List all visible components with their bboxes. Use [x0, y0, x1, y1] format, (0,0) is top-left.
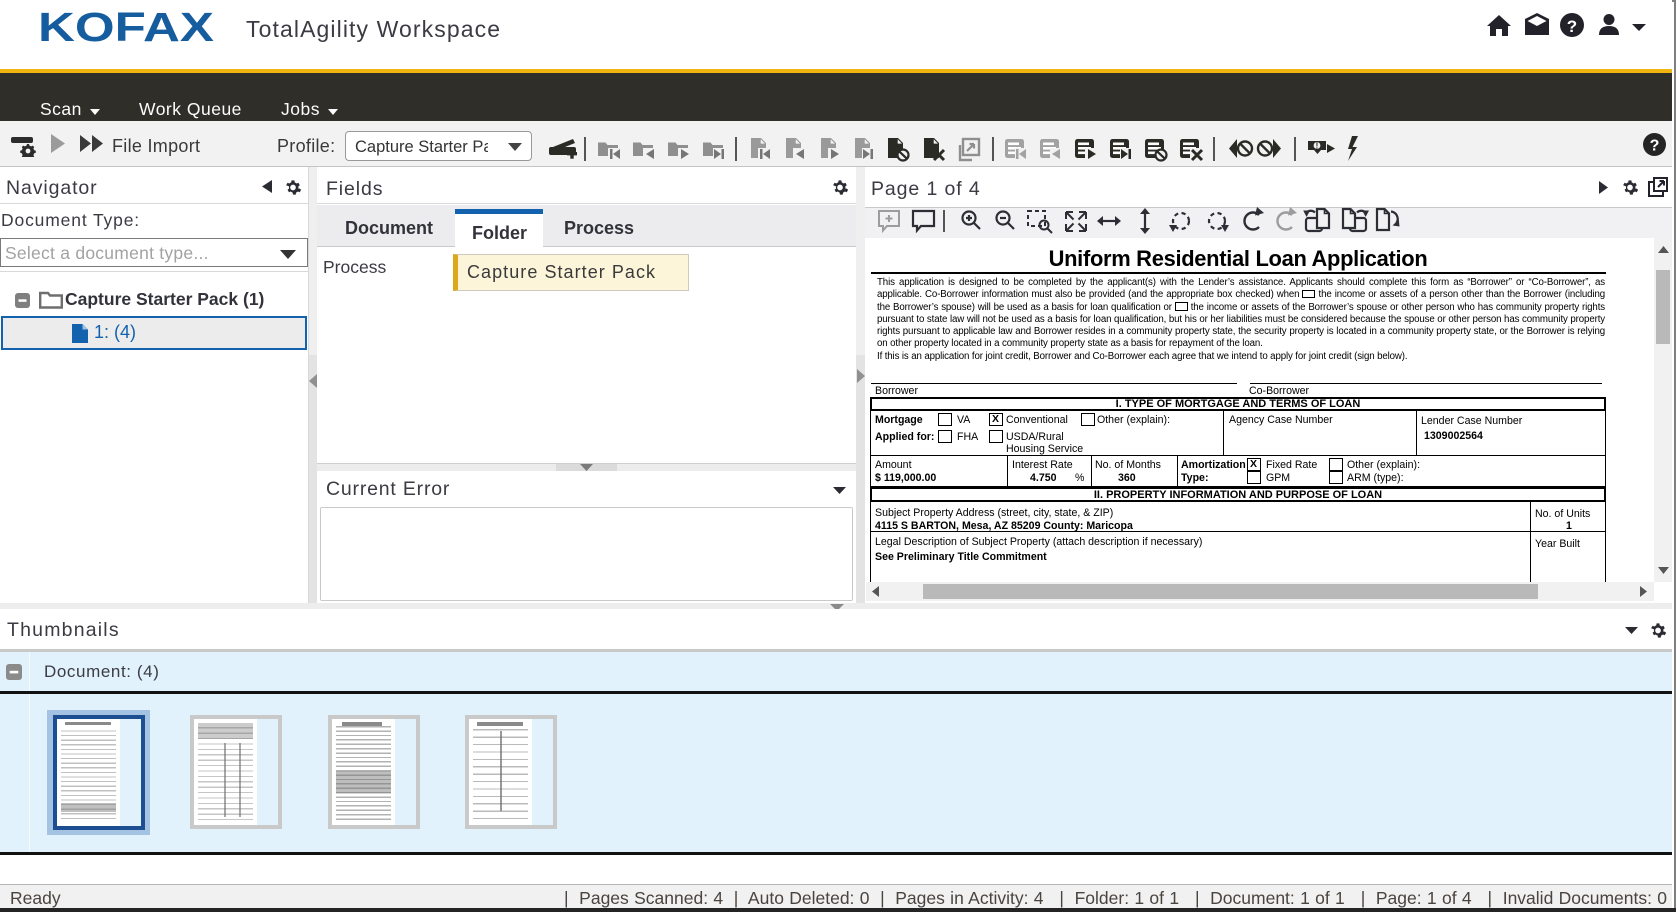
svg-text:KOFAX: KOFAX	[40, 6, 214, 46]
svg-text:!: !	[1316, 141, 1319, 150]
svg-text:?: ?	[1567, 17, 1577, 36]
svg-text:?: ?	[1650, 138, 1660, 155]
